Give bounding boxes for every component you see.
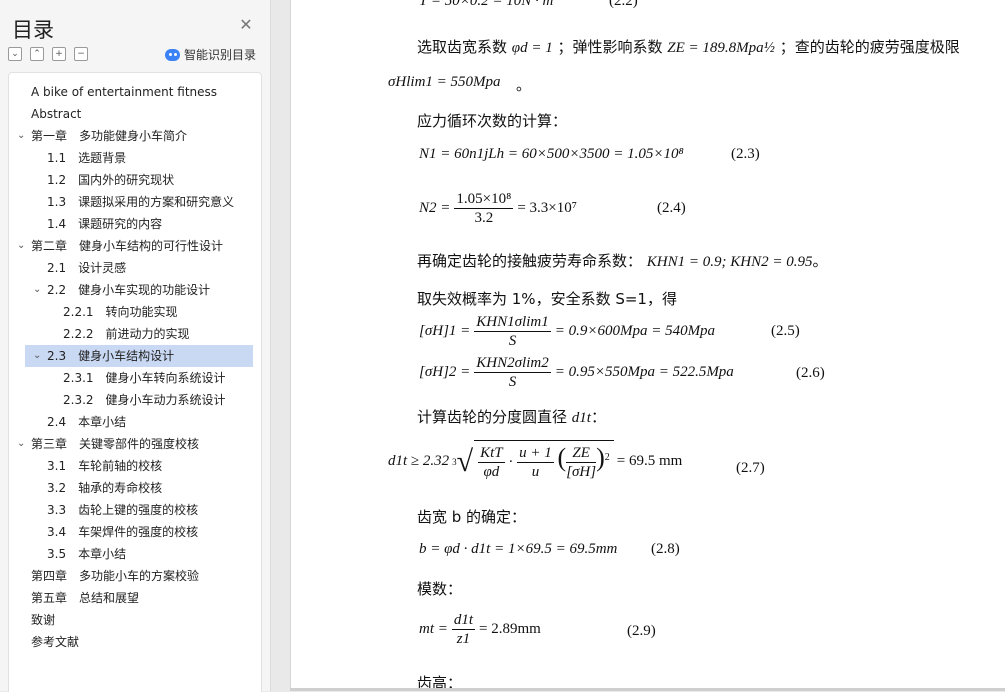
toc-item-label: 2.2.1 转向功能实现 bbox=[63, 305, 178, 319]
expand-all-icon[interactable]: ⌃ bbox=[30, 47, 44, 61]
toc-item[interactable]: 2.4 本章小结 bbox=[9, 411, 261, 433]
add-entry-icon[interactable]: + bbox=[52, 47, 66, 61]
toc-item-label: 1.1 选题背景 bbox=[47, 151, 127, 165]
paragraph-contact: 再确定齿轮的接触疲劳寿命系数： KHN1 = 0.9; KHN2 = 0.95。 bbox=[417, 252, 828, 270]
paragraph-failure: 取失效概率为 1%，安全系数 S=1，得 bbox=[417, 290, 677, 308]
toc-item-label: Abstract bbox=[31, 107, 82, 121]
equation-2-8: b = φd · d1t = 1×69.5 = 69.5mm bbox=[419, 541, 618, 557]
equation-2-7-number: (2.7) bbox=[736, 460, 765, 476]
paragraph-module: 模数： bbox=[417, 580, 463, 598]
toc-item-label: 第四章 多功能小车的方案校验 bbox=[31, 569, 200, 583]
collapse-all-icon[interactable]: ⌄ bbox=[8, 47, 22, 61]
chevron-down-icon[interactable]: ⌄ bbox=[17, 125, 27, 147]
toc-item-label: 第二章 健身小车结构的可行性设计 bbox=[31, 239, 224, 253]
toc-item-label: 第三章 关键零部件的强度校核 bbox=[31, 437, 200, 451]
toc-item[interactable]: 第五章 总结和展望 bbox=[9, 587, 261, 609]
equation-2-4: N2 = 1.05×10⁸ 3.2 = 3.3×10⁷ bbox=[419, 191, 577, 226]
toc-panel: A bike of entertainment fitness Abstract ⌄… bbox=[8, 72, 262, 692]
toc-toolbar: ⌄ ⌃ + − bbox=[8, 47, 88, 61]
toc-item-label: 第一章 多功能健身小车简介 bbox=[31, 129, 188, 143]
equation-2-6: [σH]2 = KHN2σlim2 S = 0.95×550Mpa = 522.5… bbox=[419, 355, 734, 390]
equation-2-2-number: (2.2) bbox=[609, 0, 638, 9]
paragraph-width: 齿宽 b 的确定： bbox=[417, 508, 527, 526]
toc-item[interactable]: 2.2.2 前进动力的实现 bbox=[9, 323, 261, 345]
equation-2-4-number: (2.4) bbox=[657, 200, 686, 216]
toc-item[interactable]: A bike of entertainment fitness bbox=[9, 81, 261, 103]
smart-toc-button[interactable]: 智能识别目录 bbox=[165, 46, 256, 63]
toc-item[interactable]: 参考文献 bbox=[9, 631, 261, 653]
toc-item[interactable]: ⌄ 第三章 关键零部件的强度校核 bbox=[9, 433, 261, 455]
toc-item-label: 3.4 车架焊件的强度的校核 bbox=[47, 525, 199, 539]
toc-item[interactable]: 2.3.2 健身小车动力系统设计 bbox=[9, 389, 261, 411]
toc-item-label: 致谢 bbox=[31, 613, 56, 627]
remove-entry-icon[interactable]: − bbox=[74, 47, 88, 61]
toc-item[interactable]: 1.2 国内外的研究现状 bbox=[9, 169, 261, 191]
close-icon[interactable]: ✕ bbox=[238, 17, 254, 33]
toc-item-label: 2.3 健身小车结构设计 bbox=[47, 349, 175, 363]
toc-item[interactable]: 1.4 课题研究的内容 bbox=[9, 213, 261, 235]
toc-item-label: 3.3 齿轮上键的强度的校核 bbox=[47, 503, 199, 517]
toc-item-label: 3.2 轴承的寿命校核 bbox=[47, 481, 163, 495]
paragraph-select: 选取齿宽系数 φd = 1 ；弹性影响系数 ZE = 189.8Mpa½ ；查的… bbox=[417, 38, 960, 56]
toc-item[interactable]: ⌄ 2.2 健身小车实现的功能设计 bbox=[9, 279, 261, 301]
toc-item[interactable]: 第四章 多功能小车的方案校验 bbox=[9, 565, 261, 587]
toc-item-label: 2.4 本章小结 bbox=[47, 415, 127, 429]
toc-item[interactable]: Abstract bbox=[9, 103, 261, 125]
sidebar-title: 目录 bbox=[12, 18, 54, 42]
equation-2-6-number: (2.6) bbox=[796, 365, 825, 381]
toc-item[interactable]: 2.2.1 转向功能实现 bbox=[9, 301, 261, 323]
smart-toc-label: 智能识别目录 bbox=[184, 48, 257, 62]
toc-item-label: 3.1 车轮前轴的校核 bbox=[47, 459, 163, 473]
toc-item[interactable]: 3.2 轴承的寿命校核 bbox=[9, 477, 261, 499]
toc-item-label: 2.2 健身小车实现的功能设计 bbox=[47, 283, 211, 297]
equation-2-9-number: (2.9) bbox=[627, 623, 656, 639]
toc-item-label: 2.3.1 健身小车转向系统设计 bbox=[63, 371, 226, 385]
toc-item-label: 1.2 国内外的研究现状 bbox=[47, 173, 175, 187]
toc-item[interactable]: 2.3.1 健身小车转向系统设计 bbox=[9, 367, 261, 389]
toc-item[interactable]: ⌄ 2.3 健身小车结构设计 bbox=[25, 345, 253, 367]
toc-item-label: 第五章 总结和展望 bbox=[31, 591, 140, 605]
equation-2-8-number: (2.8) bbox=[651, 541, 680, 557]
equation-2-3-number: (2.3) bbox=[731, 146, 760, 162]
toc-item[interactable]: 1.3 课题拟采用的方案和研究意义 bbox=[9, 191, 261, 213]
toc-item-label: 2.1 设计灵感 bbox=[47, 261, 127, 275]
paragraph-stress: 应力循环次数的计算： bbox=[417, 112, 568, 130]
toc-list: A bike of entertainment fitness Abstract ⌄… bbox=[9, 81, 261, 653]
paragraph-diameter: 计算齿轮的分度圆直径 d1t： bbox=[417, 408, 606, 426]
equation-2-7: d1t ≥ 2.32 3 √ KtT φd · u + 1u (ZE [σH])2 … bbox=[388, 440, 682, 483]
toc-item-label: A bike of entertainment fitness bbox=[31, 85, 218, 99]
toc-item-label: 2.2.2 前进动力的实现 bbox=[63, 327, 190, 341]
toc-item[interactable]: ⌄ 第一章 多功能健身小车简介 bbox=[9, 125, 261, 147]
toc-item[interactable]: 3.4 车架焊件的强度的校核 bbox=[9, 521, 261, 543]
toc-item-label: 1.4 课题研究的内容 bbox=[47, 217, 163, 231]
chevron-down-icon[interactable]: ⌄ bbox=[33, 345, 43, 367]
sigma-hlim1: σHlim1 = 550Mpa bbox=[388, 74, 501, 90]
equation-2-2: T = 50×0.2 = 10N · m bbox=[419, 0, 554, 9]
ai-assistant-icon bbox=[165, 48, 180, 61]
toc-item-label: 3.5 本章小结 bbox=[47, 547, 127, 561]
toc-item[interactable]: 致谢 bbox=[9, 609, 261, 631]
toc-item-label: 1.3 课题拟采用的方案和研究意义 bbox=[47, 195, 235, 209]
toc-item-label: 参考文献 bbox=[31, 635, 80, 649]
equation-2-3: N1 = 60n1jLh = 60×500×3500 = 1.05×10⁸ bbox=[419, 146, 684, 162]
equation-2-9: mt = d1t z1 = 2.89mm bbox=[419, 612, 541, 647]
toc-item-label: 2.3.2 健身小车动力系统设计 bbox=[63, 393, 226, 407]
chevron-down-icon[interactable]: ⌄ bbox=[17, 235, 27, 257]
toc-sidebar: 目录 ✕ ⌄ ⌃ + − 智能识别目录 A bike of entertainm… bbox=[0, 0, 271, 692]
toc-item[interactable]: ⌄ 第二章 健身小车结构的可行性设计 bbox=[9, 235, 261, 257]
document-page: T = 50×0.2 = 10N · m (2.2) 选取齿宽系数 φd = 1… bbox=[290, 0, 1005, 691]
chevron-down-icon[interactable]: ⌄ bbox=[33, 279, 43, 301]
toc-item[interactable]: 1.1 选题背景 bbox=[9, 147, 261, 169]
toc-item[interactable]: 2.1 设计灵感 bbox=[9, 257, 261, 279]
toc-item[interactable]: 3.1 车轮前轴的校核 bbox=[9, 455, 261, 477]
equation-2-5: [σH]1 = KHN1σlim1 S = 0.9×600Mpa = 540Mpa bbox=[419, 314, 716, 349]
equation-2-5-number: (2.5) bbox=[771, 323, 800, 339]
toc-item[interactable]: 3.5 本章小结 bbox=[9, 543, 261, 565]
chevron-down-icon[interactable]: ⌄ bbox=[17, 433, 27, 455]
toc-item[interactable]: 3.3 齿轮上键的强度的校核 bbox=[9, 499, 261, 521]
